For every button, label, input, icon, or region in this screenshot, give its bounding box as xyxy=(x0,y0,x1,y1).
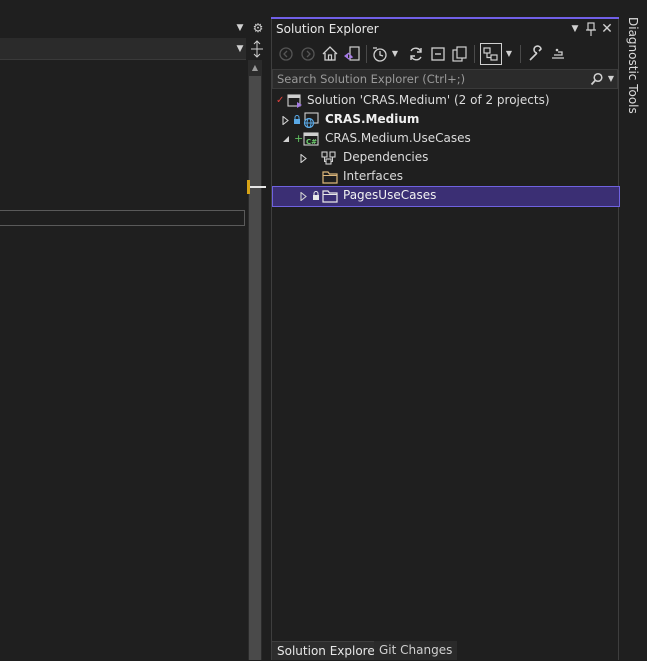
editor-dropdown-arrow-icon[interactable]: ▼ xyxy=(234,22,246,34)
project-label: CRAS.Medium.UseCases xyxy=(325,131,471,145)
home-icon[interactable] xyxy=(320,44,340,64)
switch-views-icon[interactable] xyxy=(342,44,362,64)
scroll-up-arrow-icon[interactable]: ▲ xyxy=(249,62,261,74)
folder-icon xyxy=(322,188,338,204)
tree-item-interfaces[interactable]: Interfaces xyxy=(272,167,618,186)
search-icon[interactable] xyxy=(590,72,604,86)
editor-current-line-highlight xyxy=(0,210,245,226)
tree-item-dependencies[interactable]: Dependencies xyxy=(272,148,618,167)
solution-explorer-toolbar: ▼ ▼ xyxy=(272,40,618,68)
tree-item-cras-medium[interactable]: CRAS.Medium xyxy=(272,110,618,129)
editor-settings-icon[interactable]: ⚙ xyxy=(251,20,265,36)
web-project-icon xyxy=(303,112,319,128)
filter-dropdown-arrow-icon[interactable]: ▼ xyxy=(390,44,400,64)
navigation-dropdown-arrow-icon[interactable]: ▼ xyxy=(234,43,246,55)
back-icon[interactable] xyxy=(276,44,296,64)
close-icon[interactable]: ✕ xyxy=(599,20,615,38)
solution-label: Solution 'CRAS.Medium' (2 of 2 projects) xyxy=(307,93,550,107)
preview-selected-items-icon[interactable] xyxy=(480,43,502,65)
solution-explorer-search-box[interactable]: ▼ xyxy=(272,69,618,89)
editor-content[interactable] xyxy=(0,60,246,660)
toolbar-separator xyxy=(520,45,521,63)
tree-item-pagesusecases[interactable]: PagesUseCases xyxy=(272,186,620,207)
pin-icon[interactable] xyxy=(583,20,599,38)
solution-explorer-title: Solution Explorer xyxy=(276,22,379,36)
project-label: CRAS.Medium xyxy=(325,112,420,126)
lock-icon xyxy=(312,191,320,201)
show-all-files-icon[interactable] xyxy=(450,44,470,64)
expand-arrow-icon[interactable] xyxy=(300,154,308,163)
toolbar-separator xyxy=(474,45,475,63)
toolbar-separator xyxy=(366,45,367,63)
panel-active-accent xyxy=(271,17,619,19)
expand-arrow-icon[interactable] xyxy=(282,116,290,125)
tab-solution-explorer[interactable]: Solution Explorer xyxy=(272,641,385,660)
lock-icon xyxy=(293,115,301,125)
collapse-all-icon[interactable] xyxy=(428,44,448,64)
checked-in-icon: ✓ xyxy=(276,95,285,106)
pending-changes-filter-icon[interactable] xyxy=(370,44,390,64)
properties-wrench-icon[interactable] xyxy=(526,44,546,64)
folder-label: Interfaces xyxy=(343,169,403,183)
collapse-arrow-icon[interactable] xyxy=(282,135,290,143)
folder-label: PagesUseCases xyxy=(343,188,437,202)
expand-arrow-icon[interactable] xyxy=(300,192,308,201)
svg-text:C#: C# xyxy=(306,138,317,146)
pending-add-icon: + xyxy=(294,132,304,145)
scrollbar-thumb[interactable] xyxy=(249,76,261,660)
side-tab-diagnostic-tools[interactable]: Diagnostic Tools xyxy=(620,17,647,117)
dependencies-icon xyxy=(321,150,337,166)
window-position-dropdown-icon[interactable]: ▼ xyxy=(567,20,583,38)
side-tab-label: Diagnostic Tools xyxy=(626,17,640,114)
editor-navigation-bar[interactable] xyxy=(0,38,246,60)
tab-git-changes[interactable]: Git Changes xyxy=(374,641,458,660)
dependencies-label: Dependencies xyxy=(343,150,429,164)
csharp-project-icon: C# xyxy=(303,131,319,147)
solution-icon xyxy=(287,93,303,109)
forward-icon[interactable] xyxy=(298,44,318,64)
preview-pane-icon[interactable] xyxy=(548,44,568,64)
tree-item-cras-medium-usecases[interactable]: + C# CRAS.Medium.UseCases xyxy=(272,129,618,148)
search-input[interactable] xyxy=(277,71,577,87)
scrollbar-caret-marker xyxy=(250,186,266,188)
folder-icon xyxy=(322,169,338,185)
preview-dropdown-arrow-icon[interactable]: ▼ xyxy=(504,44,514,64)
sync-refresh-icon[interactable] xyxy=(406,44,426,64)
editor-tab-strip xyxy=(0,17,270,38)
tree-item-solution[interactable]: ✓ Solution 'CRAS.Medium' (2 of 2 project… xyxy=(272,91,618,110)
split-editor-icon[interactable] xyxy=(250,40,264,58)
search-options-dropdown-icon[interactable]: ▼ xyxy=(606,73,616,85)
